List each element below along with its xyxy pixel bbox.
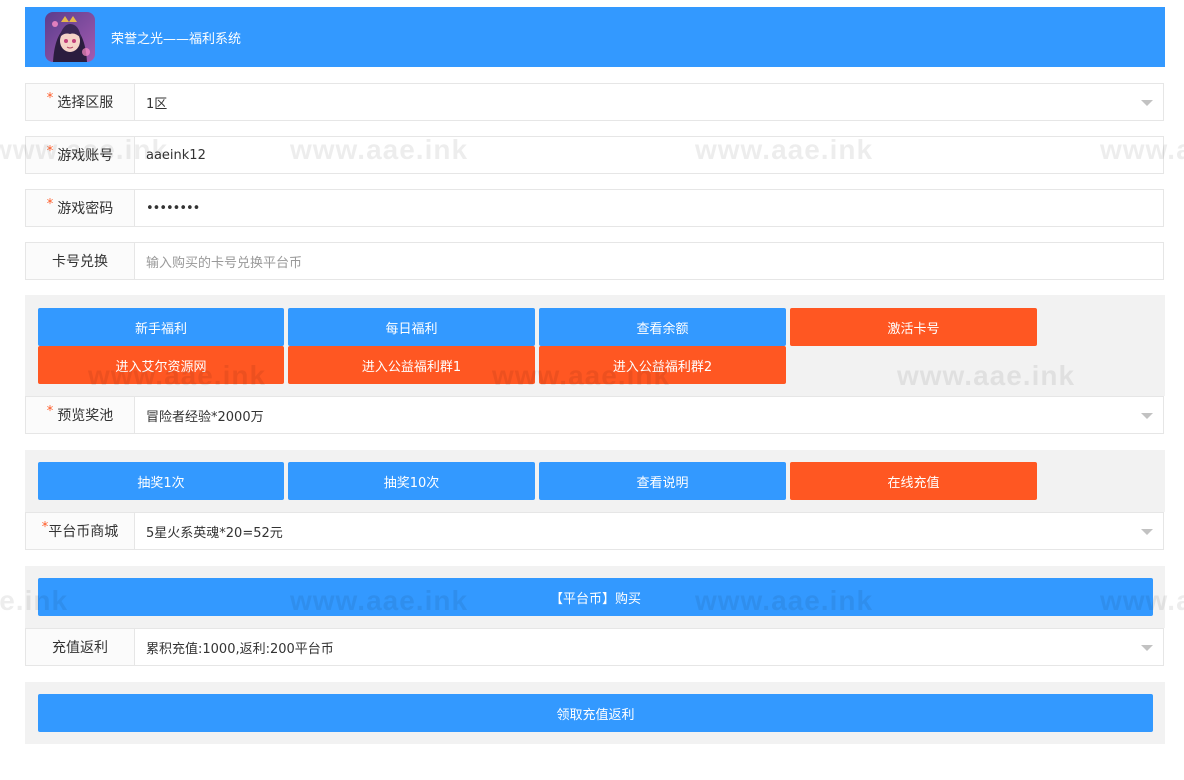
claim-rebate-button[interactable]: 领取充值返利 <box>38 694 1153 732</box>
mall-select[interactable]: * 平台币商城 5星火系英魂*20=52元 <box>25 512 1164 550</box>
card-label: 卡号兑换 <box>26 243 135 279</box>
draw-ten-button[interactable]: 抽奖10次 <box>288 462 535 500</box>
mall-value[interactable]: 5星火系英魂*20=52元 <box>135 513 1163 549</box>
required-star: * <box>46 90 54 106</box>
card-label-text: 卡号兑换 <box>52 254 108 270</box>
password-label: * 游戏密码 <box>26 190 135 226</box>
pool-selected: 冒险者经验*2000万 <box>146 409 264 425</box>
game-logo <box>45 12 95 62</box>
daily-welfare-button[interactable]: 每日福利 <box>288 308 535 346</box>
check-balance-button[interactable]: 查看余额 <box>539 308 786 346</box>
chevron-down-icon <box>1141 413 1153 419</box>
rebate-label: 充值返利 <box>26 629 135 665</box>
pool-label: * 预览奖池 <box>26 397 135 433</box>
pool-value[interactable]: 冒险者经验*2000万 <box>135 397 1163 433</box>
mall-label-text: 平台币商城 <box>48 524 119 540</box>
required-star: * <box>46 196 54 212</box>
draw-once-button[interactable]: 抽奖1次 <box>38 462 284 500</box>
header-bar: 荣誉之光——福利系统 <box>25 7 1165 67</box>
server-label-text: 选择区服 <box>57 95 114 111</box>
newbie-welfare-button[interactable]: 新手福利 <box>38 308 284 346</box>
password-label-text: 游戏密码 <box>57 201 114 217</box>
resource-site-button[interactable]: 进入艾尔资源网 <box>38 346 284 384</box>
account-input[interactable]: aaeink12 <box>135 137 1163 173</box>
password-value: •••••••• <box>146 200 200 216</box>
card-input[interactable]: 输入购买的卡号兑换平台币 <box>135 243 1163 279</box>
server-select[interactable]: * 选择区服 1区 <box>25 83 1164 121</box>
mall-label: * 平台币商城 <box>26 513 135 549</box>
view-instructions-button[interactable]: 查看说明 <box>539 462 786 500</box>
card-placeholder: 输入购买的卡号兑换平台币 <box>146 255 303 271</box>
server-label: * 选择区服 <box>26 84 135 120</box>
rebate-label-text: 充值返利 <box>52 640 108 656</box>
account-label-text: 游戏账号 <box>57 148 114 164</box>
chevron-down-icon <box>1141 529 1153 535</box>
account-value: aaeink12 <box>146 147 206 163</box>
chevron-down-icon <box>1141 100 1153 106</box>
required-star: * <box>41 519 49 535</box>
page-title: 荣誉之光——福利系统 <box>111 31 242 47</box>
pool-label-text: 预览奖池 <box>57 408 114 424</box>
online-recharge-button[interactable]: 在线充值 <box>790 462 1037 500</box>
required-star: * <box>46 403 54 419</box>
rebate-selected: 累积充值:1000,返利:200平台币 <box>146 641 334 657</box>
rebate-select[interactable]: 充值返利 累积充值:1000,返利:200平台币 <box>25 628 1164 666</box>
server-value[interactable]: 1区 <box>135 84 1163 120</box>
welfare-group-1-button[interactable]: 进入公益福利群1 <box>288 346 535 384</box>
welfare-group-2-button[interactable]: 进入公益福利群2 <box>539 346 786 384</box>
buy-button[interactable]: 【平台币】购买 <box>38 578 1153 616</box>
rebate-value[interactable]: 累积充值:1000,返利:200平台币 <box>135 629 1163 665</box>
account-label: * 游戏账号 <box>26 137 135 173</box>
password-input[interactable]: •••••••• <box>135 190 1163 226</box>
chevron-down-icon <box>1141 645 1153 651</box>
required-star: * <box>46 143 54 159</box>
activate-card-button[interactable]: 激活卡号 <box>790 308 1037 346</box>
server-selected: 1区 <box>146 96 168 112</box>
card-field[interactable]: 卡号兑换 输入购买的卡号兑换平台币 <box>25 242 1164 280</box>
account-field[interactable]: * 游戏账号 aaeink12 <box>25 136 1164 174</box>
mall-selected: 5星火系英魂*20=52元 <box>146 525 283 541</box>
pool-select[interactable]: * 预览奖池 冒险者经验*2000万 <box>25 396 1164 434</box>
password-field[interactable]: * 游戏密码 •••••••• <box>25 189 1164 227</box>
